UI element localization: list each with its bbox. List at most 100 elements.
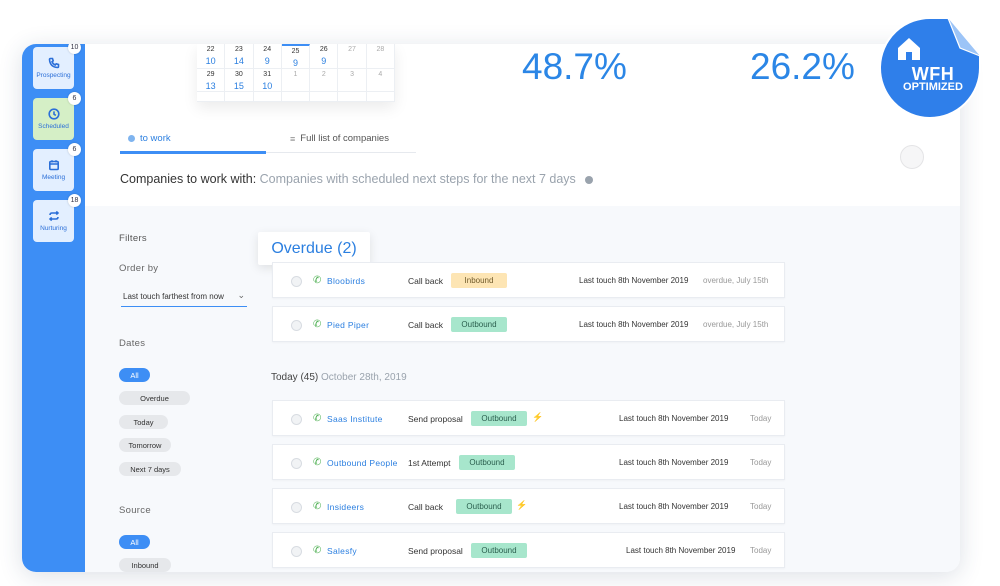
heading-main: Companies to work with: <box>120 172 257 186</box>
calendar-grid: 22 10 23 14 24 9 25 9 26 9 27 28 29 13 30 15 31… <box>197 44 395 102</box>
overdue-title: Overdue (2) <box>258 232 370 265</box>
calendar-day[interactable]: 2 <box>310 69 339 92</box>
task-row[interactable]: ✆ Pied Piper Call back Outbound Last tou… <box>272 306 785 342</box>
phone-icon[interactable]: ✆ <box>313 545 321 556</box>
checkbox[interactable] <box>291 320 302 331</box>
sidebar-item-label: Meeting <box>41 174 66 181</box>
task-row[interactable]: ✆ Outbound People 1st Attempt Outbound L… <box>272 444 785 480</box>
task-row[interactable]: ✆ Saas Institute Send proposal Outbound … <box>272 400 785 436</box>
info-icon[interactable] <box>585 175 594 184</box>
tab-full-list[interactable]: ≡ Full list of companies <box>290 133 389 144</box>
company-link[interactable]: Pied Piper <box>327 320 369 330</box>
checkbox[interactable] <box>291 458 302 469</box>
task-row[interactable]: ✆ Insideers Call back Outbound ⚡ Last to… <box>272 488 785 524</box>
tab-to-work[interactable]: to work <box>128 133 171 144</box>
date-chip-next-7-days[interactable]: Next 7 days <box>119 462 181 476</box>
task-row[interactable]: ✆ Salesfy Send proposal Outbound Last to… <box>272 532 785 568</box>
section-heading: Companies to work with: Companies with s… <box>120 172 594 186</box>
order-by-select[interactable]: Last touch farthest from now ⌄ <box>121 286 247 307</box>
source-tag: Inbound <box>451 273 507 288</box>
calendar-day-empty <box>366 92 395 102</box>
source-chip-all[interactable]: All <box>119 535 150 549</box>
list-icon: ≡ <box>290 133 296 144</box>
active-tab-indicator <box>120 151 266 154</box>
company-link[interactable]: Outbound People <box>327 458 398 468</box>
filters-title: Filters <box>119 233 147 244</box>
date-chip-all[interactable]: All <box>119 368 150 382</box>
calendar-day-empty <box>338 92 367 102</box>
count-badge: 18 <box>68 194 81 207</box>
last-touch: Last touch 8th November 2019 <box>619 502 729 511</box>
checkbox[interactable] <box>291 414 302 425</box>
source-tag: Outbound <box>471 543 527 558</box>
calendar-day[interactable]: 30 15 <box>225 69 254 92</box>
calendar-day[interactable]: 31 10 <box>253 69 282 92</box>
phone-icon[interactable]: ✆ <box>313 275 321 286</box>
calendar-day-empty <box>281 92 311 102</box>
date-chip-tomorrow[interactable]: Tomorrow <box>119 438 171 452</box>
task-action: 1st Attempt <box>408 458 451 468</box>
badge-subtitle: OPTIMIZED <box>903 81 963 93</box>
task-action: Call back <box>408 276 443 286</box>
sidebar-item-nurturing[interactable]: Nurturing 18 <box>33 194 81 242</box>
chevron-down-icon: ⌄ <box>237 290 245 300</box>
checkbox[interactable] <box>291 276 302 287</box>
order-by-label: Order by <box>119 263 159 274</box>
company-link[interactable]: Saas Institute <box>327 414 383 424</box>
sidebar-item-meeting[interactable]: Meeting 6 <box>33 143 81 191</box>
last-touch: Last touch 8th November 2019 <box>626 546 736 555</box>
calendar-day[interactable]: 29 13 <box>197 69 226 92</box>
source-chip-inbound[interactable]: Inbound <box>119 558 171 572</box>
sidebar-item-label: Prospecting <box>36 72 71 79</box>
clock-icon <box>47 108 60 120</box>
company-link[interactable]: Salesfy <box>327 546 357 556</box>
calendar-day-empty <box>253 92 282 102</box>
phone-icon[interactable]: ✆ <box>313 413 321 424</box>
calendar-day[interactable]: 3 <box>338 69 367 92</box>
calendar-day[interactable]: 24 9 <box>253 44 282 69</box>
company-link[interactable]: Bloobirds <box>327 276 365 286</box>
order-by-value: Last touch farthest from now <box>123 291 224 301</box>
last-touch: Last touch 8th November 2019 <box>579 276 689 285</box>
sidebar-item-scheduled[interactable]: Scheduled 6 <box>33 92 81 140</box>
company-link[interactable]: Insideers <box>327 502 364 512</box>
calendar-day[interactable]: 26 9 <box>310 44 339 69</box>
lightning-icon: ⚡ <box>532 412 544 422</box>
count-badge: 10 <box>68 44 81 54</box>
count-badge: 6 <box>68 92 81 105</box>
calendar-day[interactable]: 27 <box>338 44 367 69</box>
checkbox[interactable] <box>291 502 302 513</box>
calendar-day[interactable]: 4 <box>366 69 395 92</box>
calendar-day[interactable]: 23 14 <box>225 44 254 69</box>
phone-icon[interactable]: ✆ <box>313 319 321 330</box>
source-tag: Outbound <box>471 411 527 426</box>
calendar-day[interactable]: 28 <box>366 44 395 69</box>
today-date: October 28th, 2019 <box>321 372 407 383</box>
due-date: Today <box>750 502 772 511</box>
calendar-day-empty <box>197 92 226 102</box>
phone-icon[interactable]: ✆ <box>313 457 321 468</box>
calendar-day-selected[interactable]: 25 9 <box>281 44 311 69</box>
due-date: overdue, July 15th <box>703 320 769 329</box>
sidebar-item-label: Nurturing <box>40 225 67 232</box>
date-chip-overdue[interactable]: Overdue <box>119 391 190 405</box>
today-count: Today (45) <box>271 372 319 383</box>
phone-icon[interactable]: ✆ <box>313 501 321 512</box>
calendar-day[interactable]: 1 <box>281 69 311 92</box>
avatar[interactable] <box>900 145 924 169</box>
checkbox[interactable] <box>291 546 302 557</box>
calendar-day-empty <box>225 92 254 102</box>
task-action: Call back <box>408 320 443 330</box>
tab-label: Full list of companies <box>300 133 389 144</box>
date-chip-today[interactable]: Today <box>119 415 168 429</box>
sidebar: Prospecting 10 Scheduled 6 Meeting 6 Nur… <box>22 44 85 572</box>
due-date: overdue, July 15th <box>703 276 769 285</box>
last-touch: Last touch 8th November 2019 <box>579 320 689 329</box>
task-row[interactable]: ✆ Bloobirds Call back Inbound Last touch… <box>272 262 785 298</box>
source-label: Source <box>119 505 151 516</box>
count-badge: 6 <box>68 143 81 156</box>
metric-value-second: 26.2% <box>750 46 855 87</box>
sidebar-item-prospecting[interactable]: Prospecting 10 <box>33 44 81 89</box>
calendar-day[interactable]: 22 10 <box>197 44 226 69</box>
due-date: Today <box>750 546 772 555</box>
